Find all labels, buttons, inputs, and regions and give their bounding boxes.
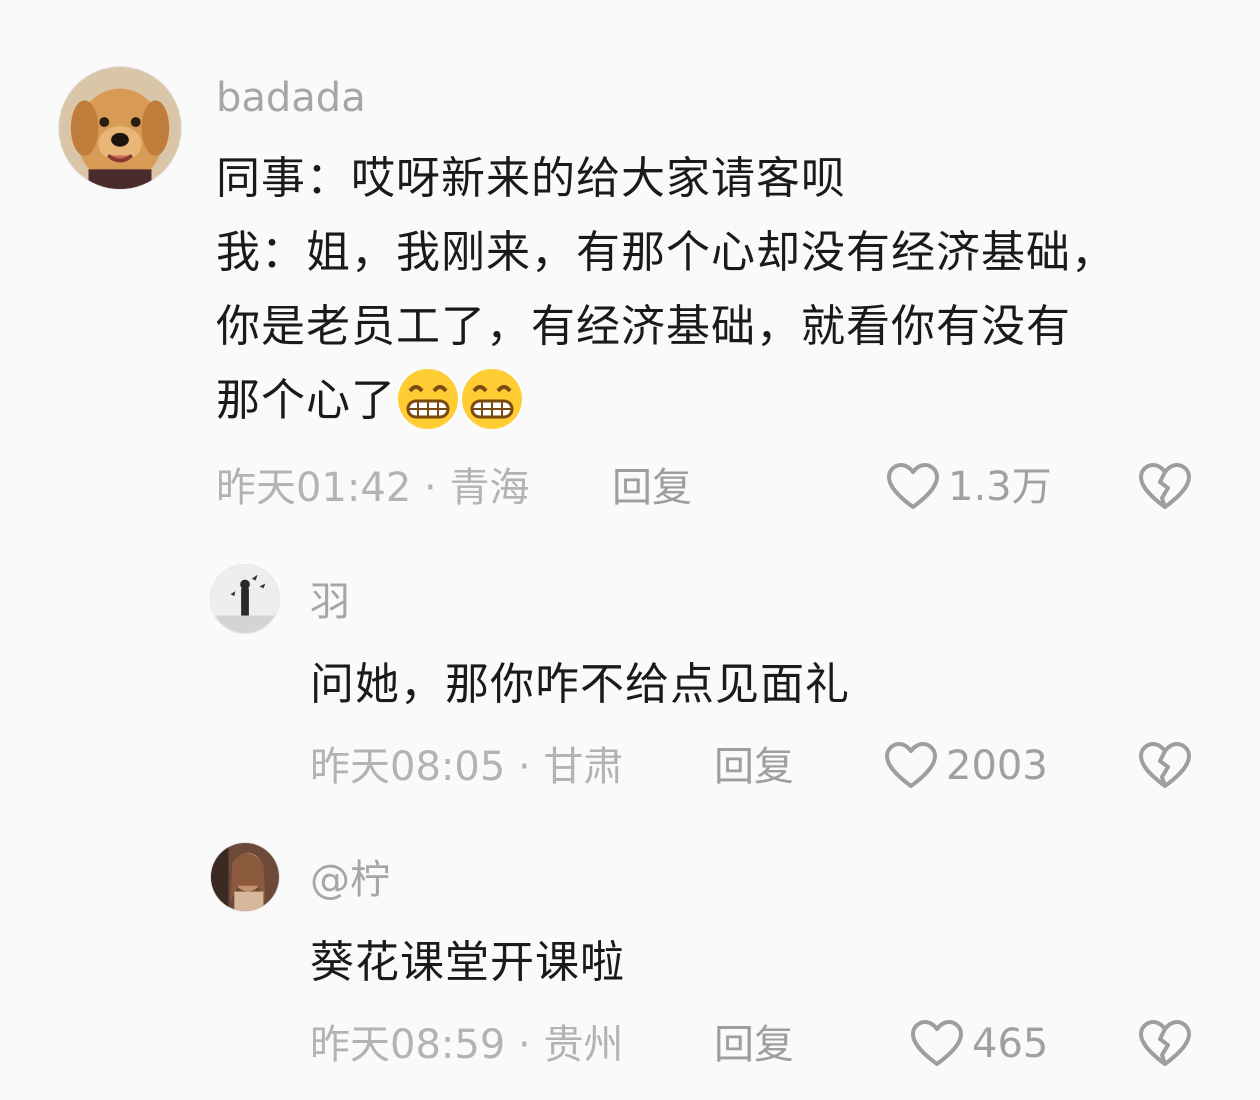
reply-button[interactable]: 回复 xyxy=(714,743,794,791)
comment-meta: 昨天08:05 · 甘肃 xyxy=(310,743,623,791)
comment-text: 问她，那你咋不给点见面礼 xyxy=(310,648,850,722)
like-count: 2003 xyxy=(946,743,1048,789)
comment-line: 我：姐，我刚来，有那个心却没有经济基础， xyxy=(216,227,1116,278)
avatar[interactable] xyxy=(210,842,280,912)
like-button[interactable]: 2003 xyxy=(884,741,1048,791)
grinning-face-emoji xyxy=(396,367,460,431)
separator: · xyxy=(518,1022,531,1068)
timestamp: 昨天08:59 xyxy=(310,1022,506,1068)
like-button[interactable]: 1.3万 xyxy=(886,462,1052,512)
username[interactable]: 羽 xyxy=(310,578,350,626)
comment-meta: 昨天08:59 · 贵州 xyxy=(310,1021,623,1069)
comment-line: 同事：哎呀新来的给大家请客呗 xyxy=(216,153,846,204)
like-count: 1.3万 xyxy=(948,464,1052,510)
like-button[interactable]: 465 xyxy=(910,1019,1048,1069)
comment-text: 葵花课堂开课啦 xyxy=(310,926,625,1000)
location: 贵州 xyxy=(543,1022,624,1068)
comment-line-with-emoji: 那个心了 xyxy=(216,364,1116,438)
avatar[interactable] xyxy=(210,564,280,634)
comment-line: 那个心了 xyxy=(216,375,396,426)
like-count: 465 xyxy=(972,1021,1049,1067)
portrait-avatar-image xyxy=(211,843,279,911)
username[interactable]: badada xyxy=(216,74,366,122)
comment-line: 问她，那你咋不给点见面礼 xyxy=(310,659,850,710)
comment-text: 同事：哎呀新来的给大家请客呗 我：姐，我刚来，有那个心却没有经济基础， 你是老员… xyxy=(216,142,1116,438)
comment-meta: 昨天01:42 · 青海 xyxy=(216,464,529,512)
location: 青海 xyxy=(449,465,530,511)
comment-section: badada 同事：哎呀新来的给大家请客呗 我：姐，我刚来，有那个心却没有经济基… xyxy=(0,0,1260,1100)
username[interactable]: @柠 xyxy=(310,856,390,904)
timestamp: 昨天01:42 xyxy=(216,465,412,511)
broken-heart-icon[interactable] xyxy=(1138,741,1192,791)
silhouette-avatar-image xyxy=(211,565,279,633)
broken-heart-icon[interactable] xyxy=(1138,462,1192,512)
location: 甘肃 xyxy=(543,744,624,790)
timestamp: 昨天08:05 xyxy=(310,744,506,790)
reply-button[interactable]: 回复 xyxy=(714,1021,794,1069)
broken-heart-icon[interactable] xyxy=(1138,1019,1192,1069)
grinning-face-emoji xyxy=(460,367,524,431)
heart-outline-icon xyxy=(887,463,939,509)
separator: · xyxy=(518,744,531,790)
comment-line: 你是老员工了，有经济基础，就看你有没有 xyxy=(216,301,1071,352)
separator: · xyxy=(424,465,437,511)
avatar[interactable] xyxy=(58,66,182,190)
heart-outline-icon xyxy=(885,742,937,788)
dog-avatar-image xyxy=(59,67,181,189)
comment-line: 葵花课堂开课啦 xyxy=(310,937,625,988)
heart-outline-icon xyxy=(911,1020,963,1066)
reply-button[interactable]: 回复 xyxy=(612,464,692,512)
